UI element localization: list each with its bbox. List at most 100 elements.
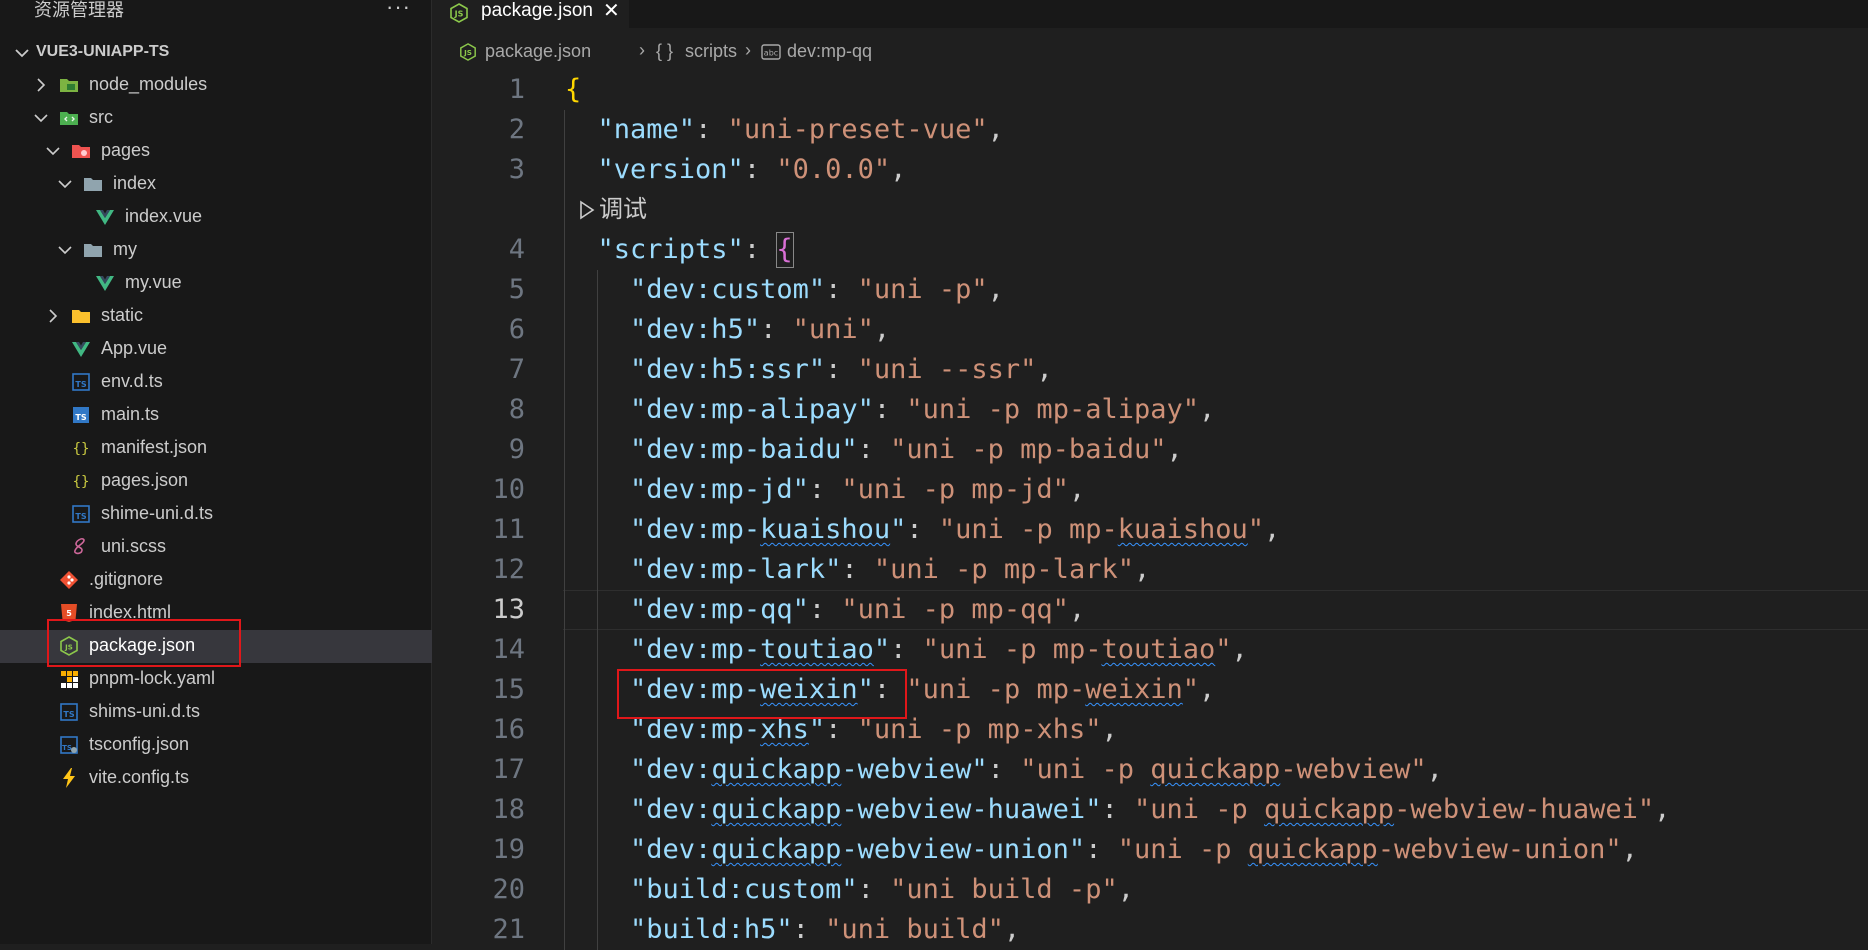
code-line[interactable]: 1{ [433,70,1868,110]
tree-item-shims-uni-d-ts[interactable]: TS shims-uni.d.ts [0,696,432,729]
project-folder-row[interactable]: VUE3-UNIAPP-TS [0,38,432,68]
code-line[interactable]: 4 "scripts": { [433,230,1868,270]
tree-item-manifest-json[interactable]: {} manifest.json [0,432,432,465]
code-line[interactable]: 6 "dev:h5": "uni", [433,310,1868,350]
code-token: "dev: [630,754,712,785]
code-token: , [873,314,891,345]
tree-item-label: .gitignore [89,569,164,589]
nodejs-icon: JS [450,3,468,23]
code-line[interactable]: 12 "dev:mp-lark": "uni -p mp-lark", [433,550,1868,590]
code-line[interactable]: 19 "dev:quickapp-webview-union": "uni -p… [433,830,1868,870]
codelens-debug[interactable]: 调试 [433,190,1868,230]
code-token: "build:h5" [630,914,793,945]
code-token: -webview-huawei" [841,794,1102,825]
editor-area: JS package.json ✕ JS package.json › { } … [433,0,1868,950]
line-text: "dev:quickapp-webview-huawei": "uni -p q… [565,790,1670,830]
code-token: : [1101,794,1134,825]
code-token: " [857,674,874,705]
breadcrumb-item[interactable]: dev:mp-qq [787,41,872,62]
code-line[interactable]: 16 "dev:mp-xhs": "uni -p mp-xhs", [433,710,1868,750]
code-token: -webview" [1280,754,1427,785]
line-number: 4 [508,234,525,265]
line-text: "build:custom": "uni build -p", [565,870,1134,910]
code-line[interactable]: 3 "version": "0.0.0", [433,150,1868,190]
tree-item-my[interactable]: my [0,234,432,267]
svg-text:{}: {} [73,474,90,490]
pages-folder-icon [72,145,90,158]
line-text: "build:h5": "uni build", [565,910,1020,950]
line-number: 1 [508,74,525,105]
tree-item-uni-scss[interactable]: uni.scss [0,531,432,564]
tree-item-shime-uni-d-ts[interactable]: TS shime-uni.d.ts [0,498,432,531]
tree-item-static[interactable]: static [0,300,432,333]
tree-item-pages[interactable]: pages [0,135,432,168]
code-line[interactable]: 21 "build:h5": "uni build", [433,910,1868,950]
nodejs-icon: JS [60,636,78,656]
code-line[interactable]: 5 "dev:custom": "uni -p", [433,270,1868,310]
code-line[interactable]: 14 "dev:mp-toutiao": "uni -p mp-toutiao"… [433,630,1868,670]
code-line[interactable]: 13 "dev:mp-qq": "uni -p mp-qq", [433,590,1868,630]
more-actions-icon[interactable]: ··· [386,0,411,20]
code-token: , [1003,914,1021,945]
code-token: "uni -p mp-lark" [873,554,1134,585]
tree-item-env-d-ts[interactable]: TS env.d.ts [0,366,432,399]
indent-guide [564,110,565,950]
line-text: "dev:h5:ssr": "uni --ssr", [565,350,1053,390]
tsconfig-icon: TS [60,736,78,754]
tree-item-main-ts[interactable]: TS main.ts [0,399,432,432]
tree-item-label: index.html [89,602,172,622]
tree-item-my-vue[interactable]: my.vue [0,267,432,300]
svg-text:TS: TS [75,413,86,422]
tree-item-gitignore[interactable]: .gitignore [0,564,432,597]
code-token: -webview" [841,754,988,785]
code-line[interactable]: 8 "dev:mp-alipay": "uni -p mp-alipay", [433,390,1868,430]
tab-package-json[interactable]: JS package.json ✕ [433,0,629,29]
tree-item-index-html[interactable]: 5 index.html [0,597,432,630]
breadcrumb-file[interactable]: package.json [485,41,591,62]
tree-item-vite-config-ts[interactable]: vite.config.ts [0,762,432,795]
svg-text:JS: JS [454,10,464,19]
code-line[interactable]: 10 "dev:mp-jd": "uni -p mp-jd", [433,470,1868,510]
node-folder-icon [60,79,78,92]
close-icon[interactable]: ✕ [603,0,620,23]
typescript-def-icon: TS [60,703,78,721]
code-line[interactable]: 20 "build:custom": "uni build -p", [433,870,1868,910]
tree-item-pages-json[interactable]: {} pages.json [0,465,432,498]
object-braces-icon: { } [656,41,674,61]
code-token: "uni" [792,314,874,345]
code-line[interactable]: 18 "dev:quickapp-webview-huawei": "uni -… [433,790,1868,830]
code-line[interactable]: 11 "dev:mp-kuaishou": "uni -p mp-kuaisho… [433,510,1868,550]
line-number: 20 [492,874,525,905]
code-line[interactable]: 15 "dev:mp-weixin": "uni -p mp-weixin", [433,670,1868,710]
code-line[interactable]: 9 "dev:mp-baidu": "uni -p mp-baidu", [433,430,1868,470]
tree-item-index-vue[interactable]: index.vue [0,201,432,234]
breadcrumb-section[interactable]: scripts [685,41,737,62]
code-token: : [743,234,777,265]
tree-item-pnpm-lock-yaml[interactable]: pnpm-lock.yaml [0,663,432,696]
svg-text:{}: {} [73,441,90,457]
tree-item-index[interactable]: index [0,168,432,201]
code-token: "uni --ssr" [857,354,1037,385]
svg-text:TS: TS [63,710,74,719]
tree-item-package-json[interactable]: JS package.json [0,630,432,663]
tree-item-tsconfig-json[interactable]: TS tsconfig.json [0,729,432,762]
line-text: "dev:quickapp-webview-union": "uni -p qu… [565,830,1638,870]
code-line[interactable]: 2 "name": "uni-preset-vue", [433,110,1868,150]
svg-text:abc: abc [764,49,778,58]
code-line[interactable]: 7 "dev:h5:ssr": "uni --ssr", [433,350,1868,390]
code-line[interactable]: 17 "dev:quickapp-webview": "uni -p quick… [433,750,1868,790]
code-token: : [792,914,826,945]
line-number: 17 [492,754,525,785]
tree-item-app-vue[interactable]: App.vue [0,333,432,366]
line-text: "dev:mp-baidu": "uni -p mp-baidu", [565,430,1183,470]
chevron-right-icon [49,309,58,323]
tree-item-node-modules[interactable]: node_modules [0,69,432,102]
tree-item-src[interactable]: src [0,102,432,135]
bracket-match-highlight [776,232,794,268]
code-token: : [890,634,923,665]
code-token: "uni -p mp- [938,514,1118,545]
code-token: : [857,434,891,465]
code-token: : [743,154,777,185]
line-number: 13 [492,594,525,625]
tree-item-label: manifest.json [101,437,208,457]
